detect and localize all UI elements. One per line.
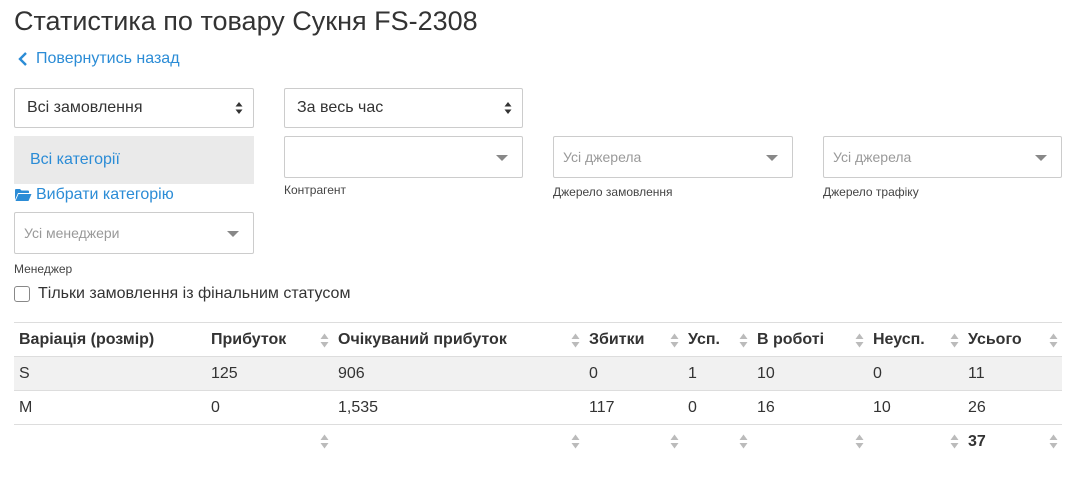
sort-icon[interactable]	[855, 434, 864, 449]
sort-icon[interactable]	[1049, 333, 1058, 348]
sort-icon[interactable]	[950, 333, 959, 348]
cell-failed: 10	[868, 390, 963, 425]
caret-down-icon	[496, 155, 508, 161]
table-row: S 125 906 0 1 10 0 11	[14, 356, 1062, 391]
traffic-source-select[interactable]: Усі джерела	[823, 136, 1062, 178]
sort-icon[interactable]	[670, 333, 679, 348]
column-header-success[interactable]: Усп.	[683, 322, 752, 357]
manager-label: Менеджер	[14, 262, 73, 276]
order-source-label: Джерело замовлення	[553, 185, 673, 199]
stats-table: Варіація (розмір) Прибуток Очікуваний пр…	[14, 322, 1062, 459]
cell-expected-profit: 1,535	[333, 390, 584, 425]
category-selected[interactable]: Всі категорії	[14, 136, 254, 184]
final-status-label: Тільки замовлення із фінальним статусом	[38, 285, 351, 302]
footer-cell-total: 37	[963, 425, 1062, 459]
manager-placeholder: Усі менеджери	[24, 225, 120, 241]
caret-down-icon	[227, 231, 239, 237]
folder-open-icon	[15, 189, 32, 201]
caret-down-icon	[1035, 155, 1047, 161]
cell-in-progress: 16	[752, 390, 868, 425]
cell-profit: 0	[206, 390, 333, 425]
sort-icon[interactable]	[1049, 434, 1058, 449]
cell-expected-profit: 906	[333, 356, 584, 391]
counterparty-select[interactable]	[284, 136, 523, 178]
back-link[interactable]: Повернутись назад	[18, 50, 180, 68]
order-source-select[interactable]: Усі джерела	[553, 136, 793, 178]
sort-arrows-icon	[235, 102, 243, 114]
footer-cell-success	[683, 425, 752, 459]
sort-icon[interactable]	[571, 333, 580, 348]
column-header-in-progress[interactable]: В роботі	[752, 322, 868, 357]
traffic-source-label: Джерело трафіку	[823, 185, 919, 199]
sort-icon[interactable]	[855, 333, 864, 348]
cell-success: 1	[683, 356, 752, 391]
footer-cell-losses	[584, 425, 683, 459]
orders-select-value: Всі замовлення	[27, 99, 143, 116]
footer-cell-variation	[14, 425, 206, 459]
column-header-variation: Варіація (розмір)	[14, 322, 206, 357]
sort-icon[interactable]	[571, 434, 580, 449]
table-footer-row: 37	[14, 425, 1062, 459]
counterparty-label: Контрагент	[284, 183, 347, 197]
column-header-failed[interactable]: Неусп.	[868, 322, 963, 357]
period-select[interactable]: За весь час	[284, 88, 523, 128]
choose-category-label: Вибрати категорію	[36, 186, 174, 203]
column-header-total[interactable]: Усього	[963, 322, 1062, 357]
back-link-label: Повернутись назад	[36, 50, 180, 67]
cell-failed: 0	[868, 356, 963, 391]
table-row: M 0 1,535 117 0 16 10 26	[14, 390, 1062, 425]
final-status-filter: Тільки замовлення із фінальним статусом	[14, 285, 350, 303]
column-header-profit[interactable]: Прибуток	[206, 322, 333, 357]
footer-cell-expected-profit	[333, 425, 584, 459]
cell-in-progress: 10	[752, 356, 868, 391]
traffic-source-placeholder: Усі джерела	[833, 149, 912, 165]
sort-icon[interactable]	[739, 434, 748, 449]
footer-cell-in-progress	[752, 425, 868, 459]
sort-icon[interactable]	[670, 434, 679, 449]
sort-arrows-icon	[504, 102, 512, 114]
sort-icon[interactable]	[320, 434, 329, 449]
cell-success: 0	[683, 390, 752, 425]
choose-category-link[interactable]: Вибрати категорію	[14, 186, 174, 204]
sort-icon[interactable]	[739, 333, 748, 348]
period-select-value: За весь час	[297, 99, 384, 116]
column-header-expected-profit[interactable]: Очікуваний прибуток	[333, 322, 584, 357]
cell-total: 26	[963, 390, 1062, 425]
cell-variation: M	[14, 390, 206, 425]
manager-select[interactable]: Усі менеджери	[14, 212, 254, 254]
caret-down-icon	[766, 155, 778, 161]
column-header-losses[interactable]: Збитки	[584, 322, 683, 357]
cell-losses: 117	[584, 390, 683, 425]
sort-icon[interactable]	[950, 434, 959, 449]
cell-variation: S	[14, 356, 206, 391]
orders-select[interactable]: Всі замовлення	[14, 88, 254, 128]
order-source-placeholder: Усі джерела	[563, 149, 642, 165]
table-header-row: Варіація (розмір) Прибуток Очікуваний пр…	[14, 322, 1062, 357]
cell-total: 11	[963, 356, 1062, 391]
cell-profit: 125	[206, 356, 333, 391]
final-status-checkbox[interactable]	[14, 286, 30, 302]
cell-losses: 0	[584, 356, 683, 391]
sort-icon[interactable]	[320, 333, 329, 348]
footer-cell-profit	[206, 425, 333, 459]
chevron-left-icon	[18, 52, 27, 66]
page-title: Статистика по товару Сукня FS-2308	[14, 6, 478, 36]
category-selected-label: Всі категорії	[30, 151, 120, 168]
footer-cell-failed	[868, 425, 963, 459]
